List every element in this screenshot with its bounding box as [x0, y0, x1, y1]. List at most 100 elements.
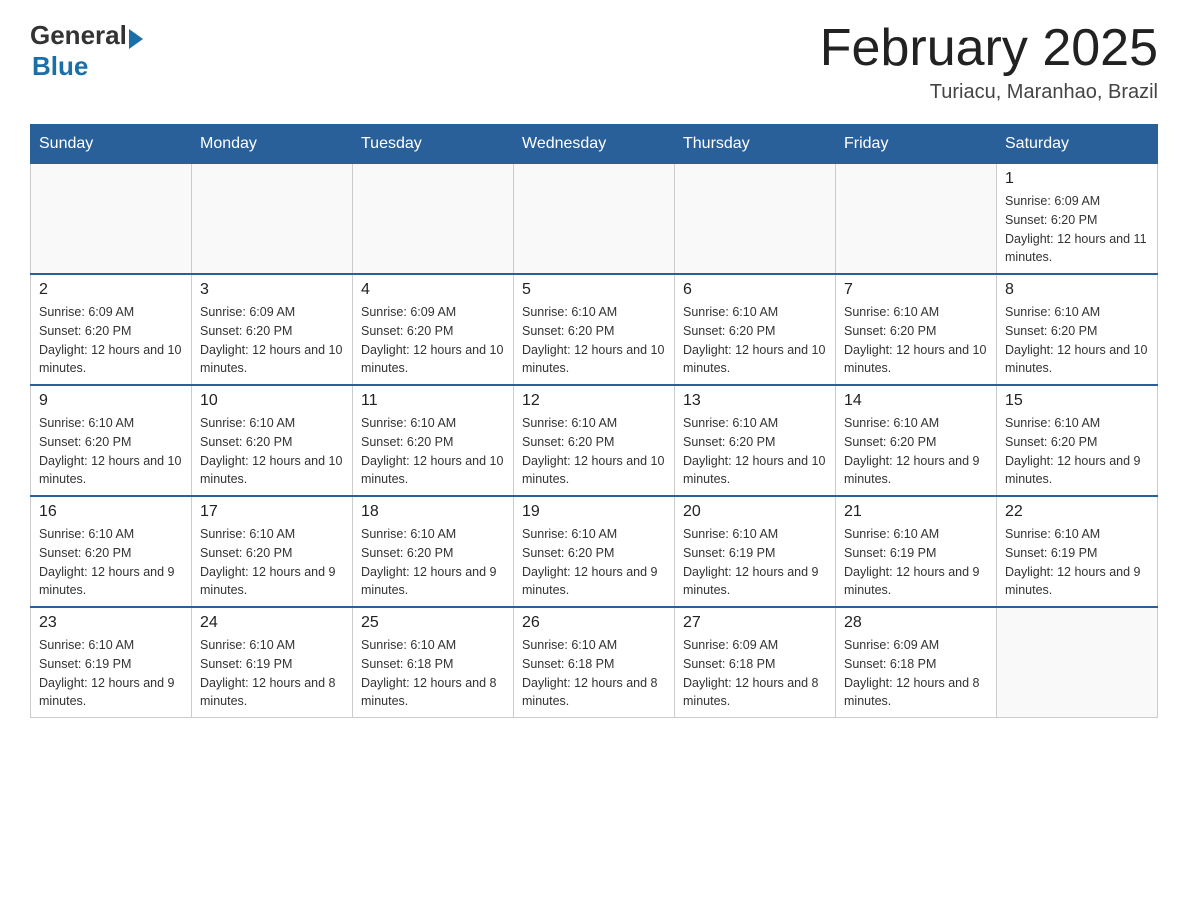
calendar-cell: [353, 164, 514, 275]
calendar-cell: 28 Sunrise: 6:09 AMSunset: 6:18 PMDayligh…: [836, 607, 997, 718]
calendar-cell: 27Sunrise: 6:09 AMSunset: 6:18 PMDayligh…: [675, 607, 836, 718]
day-info: Sunrise: 6:10 AMSunset: 6:19 PMDaylight:…: [200, 636, 344, 711]
day-number: 26: [522, 614, 666, 632]
day-info: Sunrise: 6:10 AMSunset: 6:20 PMDaylight:…: [200, 414, 344, 489]
day-number: 1: [1005, 170, 1149, 188]
calendar-week-row: 1 Sunrise: 6:09 AMSunset: 6:20 PMDaylight…: [31, 164, 1158, 275]
day-info: Sunrise: 6:10 AMSunset: 6:20 PMDaylight:…: [522, 414, 666, 489]
day-info: Sunrise: 6:10 AMSunset: 6:20 PMDaylight:…: [1005, 414, 1149, 489]
title-block: February 2025 Turiacu, Maranhao, Brazil: [820, 20, 1158, 104]
day-info: Sunrise: 6:09 AMSunset: 6:20 PMDaylight:…: [200, 303, 344, 378]
calendar-cell: 17 Sunrise: 6:10 AMSunset: 6:20 PMDayligh…: [192, 496, 353, 607]
day-info: Sunrise: 6:10 AMSunset: 6:20 PMDaylight:…: [39, 525, 183, 600]
calendar-cell: 7 Sunrise: 6:10 AMSunset: 6:20 PMDaylight…: [836, 274, 997, 385]
day-number: 7: [844, 281, 988, 299]
weekday-header-tuesday: Tuesday: [353, 125, 514, 164]
day-number: 11: [361, 392, 505, 410]
calendar-cell: [836, 164, 997, 275]
day-number: 28: [844, 614, 988, 632]
weekday-header-thursday: Thursday: [675, 125, 836, 164]
weekday-header-saturday: Saturday: [997, 125, 1158, 164]
day-info: Sunrise: 6:10 AMSunset: 6:20 PMDaylight:…: [522, 525, 666, 600]
calendar-week-row: 16 Sunrise: 6:10 AMSunset: 6:20 PMDayligh…: [31, 496, 1158, 607]
month-year-title: February 2025: [820, 20, 1158, 77]
day-info: Sunrise: 6:10 AMSunset: 6:19 PMDaylight:…: [39, 636, 183, 711]
calendar-cell: 12 Sunrise: 6:10 AMSunset: 6:20 PMDayligh…: [514, 385, 675, 496]
day-number: 23: [39, 614, 183, 632]
calendar-cell: 9 Sunrise: 6:10 AMSunset: 6:20 PMDaylight…: [31, 385, 192, 496]
calendar-cell: 2 Sunrise: 6:09 AMSunset: 6:20 PMDaylight…: [31, 274, 192, 385]
day-number: 9: [39, 392, 183, 410]
day-number: 6: [683, 281, 827, 299]
calendar-week-row: 23 Sunrise: 6:10 AMSunset: 6:19 PMDayligh…: [31, 607, 1158, 718]
day-number: 2: [39, 281, 183, 299]
weekday-header-monday: Monday: [192, 125, 353, 164]
calendar-cell: 26 Sunrise: 6:10 AMSunset: 6:18 PMDayligh…: [514, 607, 675, 718]
calendar-cell: 14 Sunrise: 6:10 AMSunset: 6:20 PMDayligh…: [836, 385, 997, 496]
weekday-header-sunday: Sunday: [31, 125, 192, 164]
day-info: Sunrise: 6:10 AMSunset: 6:19 PMDaylight:…: [683, 525, 827, 600]
day-info: Sunrise: 6:10 AMSunset: 6:19 PMDaylight:…: [844, 525, 988, 600]
calendar-table: SundayMondayTuesdayWednesdayThursdayFrid…: [30, 124, 1158, 718]
day-number: 10: [200, 392, 344, 410]
day-number: 13: [683, 392, 827, 410]
calendar-cell: 4 Sunrise: 6:09 AMSunset: 6:20 PMDaylight…: [353, 274, 514, 385]
calendar-week-row: 9 Sunrise: 6:10 AMSunset: 6:20 PMDaylight…: [31, 385, 1158, 496]
day-number: 25: [361, 614, 505, 632]
day-info: Sunrise: 6:10 AMSunset: 6:20 PMDaylight:…: [844, 303, 988, 378]
calendar-cell: 20 Sunrise: 6:10 AMSunset: 6:19 PMDayligh…: [675, 496, 836, 607]
calendar-cell: [675, 164, 836, 275]
logo: General Blue: [30, 20, 143, 82]
day-info: Sunrise: 6:10 AMSunset: 6:20 PMDaylight:…: [39, 414, 183, 489]
day-number: 8: [1005, 281, 1149, 299]
logo-blue-text: Blue: [32, 51, 143, 82]
page-header: General Blue February 2025 Turiacu, Mara…: [30, 20, 1158, 104]
day-info: Sunrise: 6:09 AMSunset: 6:20 PMDaylight:…: [1005, 192, 1149, 267]
calendar-cell: 5 Sunrise: 6:10 AMSunset: 6:20 PMDaylight…: [514, 274, 675, 385]
calendar-cell: 13 Sunrise: 6:10 AMSunset: 6:20 PMDayligh…: [675, 385, 836, 496]
calendar-cell: [31, 164, 192, 275]
day-info: Sunrise: 6:10 AMSunset: 6:20 PMDaylight:…: [522, 303, 666, 378]
calendar-cell: 16 Sunrise: 6:10 AMSunset: 6:20 PMDayligh…: [31, 496, 192, 607]
day-number: 12: [522, 392, 666, 410]
calendar-cell: 6 Sunrise: 6:10 AMSunset: 6:20 PMDaylight…: [675, 274, 836, 385]
calendar-cell: 22Sunrise: 6:10 AMSunset: 6:19 PMDayligh…: [997, 496, 1158, 607]
calendar-cell: 11 Sunrise: 6:10 AMSunset: 6:20 PMDayligh…: [353, 385, 514, 496]
calendar-cell: 19Sunrise: 6:10 AMSunset: 6:20 PMDayligh…: [514, 496, 675, 607]
day-info: Sunrise: 6:09 AMSunset: 6:18 PMDaylight:…: [844, 636, 988, 711]
day-info: Sunrise: 6:10 AMSunset: 6:20 PMDaylight:…: [844, 414, 988, 489]
day-number: 15: [1005, 392, 1149, 410]
day-number: 5: [522, 281, 666, 299]
day-number: 4: [361, 281, 505, 299]
day-info: Sunrise: 6:10 AMSunset: 6:20 PMDaylight:…: [361, 414, 505, 489]
calendar-cell: 15 Sunrise: 6:10 AMSunset: 6:20 PMDayligh…: [997, 385, 1158, 496]
day-number: 20: [683, 503, 827, 521]
calendar-cell: 25 Sunrise: 6:10 AMSunset: 6:18 PMDayligh…: [353, 607, 514, 718]
calendar-cell: 3 Sunrise: 6:09 AMSunset: 6:20 PMDaylight…: [192, 274, 353, 385]
logo-arrow-icon: [129, 29, 143, 49]
day-info: Sunrise: 6:10 AMSunset: 6:18 PMDaylight:…: [361, 636, 505, 711]
day-info: Sunrise: 6:10 AMSunset: 6:20 PMDaylight:…: [200, 525, 344, 600]
day-number: 16: [39, 503, 183, 521]
day-info: Sunrise: 6:09 AMSunset: 6:20 PMDaylight:…: [361, 303, 505, 378]
day-number: 24: [200, 614, 344, 632]
day-info: Sunrise: 6:10 AMSunset: 6:18 PMDaylight:…: [522, 636, 666, 711]
calendar-cell: 23 Sunrise: 6:10 AMSunset: 6:19 PMDayligh…: [31, 607, 192, 718]
calendar-cell: [514, 164, 675, 275]
day-number: 18: [361, 503, 505, 521]
weekday-header-row: SundayMondayTuesdayWednesdayThursdayFrid…: [31, 125, 1158, 164]
day-number: 21: [844, 503, 988, 521]
day-info: Sunrise: 6:10 AMSunset: 6:20 PMDaylight:…: [1005, 303, 1149, 378]
day-info: Sunrise: 6:09 AMSunset: 6:18 PMDaylight:…: [683, 636, 827, 711]
calendar-cell: 1 Sunrise: 6:09 AMSunset: 6:20 PMDaylight…: [997, 164, 1158, 275]
calendar-cell: 10 Sunrise: 6:10 AMSunset: 6:20 PMDayligh…: [192, 385, 353, 496]
day-number: 3: [200, 281, 344, 299]
day-info: Sunrise: 6:09 AMSunset: 6:20 PMDaylight:…: [39, 303, 183, 378]
weekday-header-wednesday: Wednesday: [514, 125, 675, 164]
calendar-cell: 21 Sunrise: 6:10 AMSunset: 6:19 PMDayligh…: [836, 496, 997, 607]
day-info: Sunrise: 6:10 AMSunset: 6:20 PMDaylight:…: [683, 414, 827, 489]
day-info: Sunrise: 6:10 AMSunset: 6:20 PMDaylight:…: [683, 303, 827, 378]
day-number: 17: [200, 503, 344, 521]
day-number: 14: [844, 392, 988, 410]
day-info: Sunrise: 6:10 AMSunset: 6:19 PMDaylight:…: [1005, 525, 1149, 600]
